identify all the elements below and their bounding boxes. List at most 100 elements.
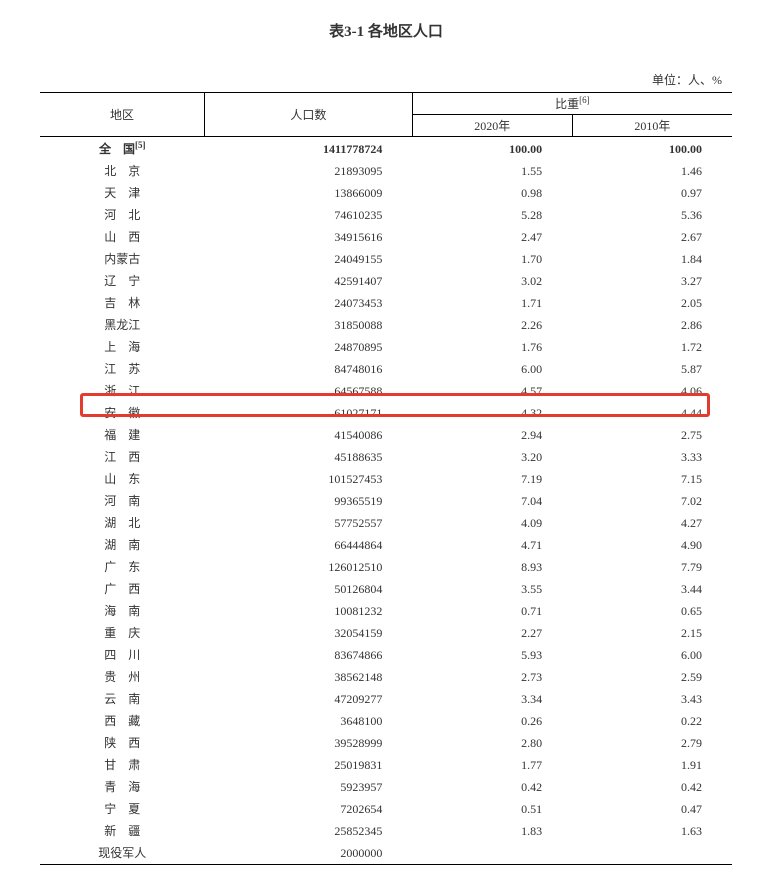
cell-region: 湖 南 [40,534,205,556]
table-row: 陕 西395289992.802.79 [40,732,732,754]
cell-2020: 100.00 [412,137,572,161]
table-row: 上 海248708951.761.72 [40,336,732,358]
cell-2020: 2.27 [412,622,572,644]
cell-2010: 1.63 [572,820,732,842]
table-row: 甘 肃250198311.771.91 [40,754,732,776]
cell-population: 13866009 [205,182,413,204]
cell-2010: 0.47 [572,798,732,820]
cell-2020: 4.71 [412,534,572,556]
cell-2010: 0.97 [572,182,732,204]
table-row: 浙 江645675884.574.06 [40,380,732,402]
cell-2020: 2.26 [412,314,572,336]
cell-2010 [572,842,732,865]
cell-region: 山 东 [40,468,205,490]
table-row: 黑龙江318500882.262.86 [40,314,732,336]
cell-population: 31850088 [205,314,413,336]
cell-2020: 1.77 [412,754,572,776]
table-row: 海 南100812320.710.65 [40,600,732,622]
cell-population: 25852345 [205,820,413,842]
cell-population: 34915616 [205,226,413,248]
cell-region: 河 南 [40,490,205,512]
cell-region: 河 北 [40,204,205,226]
cell-population: 126012510 [205,556,413,578]
cell-population: 41540086 [205,424,413,446]
cell-region: 湖 北 [40,512,205,534]
table-row: 吉 林240734531.712.05 [40,292,732,314]
header-2010: 2010年 [572,115,732,137]
cell-2010: 2.75 [572,424,732,446]
cell-2010: 3.27 [572,270,732,292]
cell-population: 2000000 [205,842,413,865]
cell-2020: 2.47 [412,226,572,248]
unit-label: 单位：人、% [40,71,732,88]
cell-population: 24870895 [205,336,413,358]
table-row: 江 苏847480166.005.87 [40,358,732,380]
cell-2010: 7.15 [572,468,732,490]
cell-region: 四 川 [40,644,205,666]
cell-population: 21893095 [205,160,413,182]
cell-region: 海 南 [40,600,205,622]
table-row: 山 西349156162.472.67 [40,226,732,248]
cell-region: 安 徽 [40,402,205,424]
table-row: 河 北746102355.285.36 [40,204,732,226]
cell-2010: 5.36 [572,204,732,226]
cell-2020: 5.28 [412,204,572,226]
table-row: 河 南993655197.047.02 [40,490,732,512]
cell-2010: 7.02 [572,490,732,512]
cell-2010: 2.86 [572,314,732,336]
table-row: 四 川836748665.936.00 [40,644,732,666]
cell-population: 99365519 [205,490,413,512]
cell-2010: 2.67 [572,226,732,248]
cell-region: 贵 州 [40,666,205,688]
cell-population: 84748016 [205,358,413,380]
cell-2010: 2.15 [572,622,732,644]
cell-2020: 0.26 [412,710,572,732]
cell-2010: 1.91 [572,754,732,776]
cell-2020: 5.93 [412,644,572,666]
cell-region: 天 津 [40,182,205,204]
cell-region: 宁 夏 [40,798,205,820]
table-row: 北 京218930951.551.46 [40,160,732,182]
cell-2020: 8.93 [412,556,572,578]
cell-2010: 2.59 [572,666,732,688]
table-row: 广 东1260125108.937.79 [40,556,732,578]
cell-region: 甘 肃 [40,754,205,776]
cell-region: 陕 西 [40,732,205,754]
cell-2020: 4.57 [412,380,572,402]
cell-population: 45188635 [205,446,413,468]
cell-population: 66444864 [205,534,413,556]
table-row: 湖 南664448644.714.90 [40,534,732,556]
cell-population: 38562148 [205,666,413,688]
cell-region: 吉 林 [40,292,205,314]
cell-region: 上 海 [40,336,205,358]
cell-region: 全 国[5] [40,137,205,161]
cell-population: 7202654 [205,798,413,820]
cell-2010: 100.00 [572,137,732,161]
cell-population: 61027171 [205,402,413,424]
table-title: 表3-1 各地区人口 [40,20,732,41]
cell-population: 39528999 [205,732,413,754]
cell-population: 24073453 [205,292,413,314]
cell-2010: 0.22 [572,710,732,732]
cell-2010: 4.06 [572,380,732,402]
cell-region: 云 南 [40,688,205,710]
cell-2020: 1.83 [412,820,572,842]
cell-2010: 2.79 [572,732,732,754]
table-row: 青 海59239570.420.42 [40,776,732,798]
cell-2020: 2.80 [412,732,572,754]
cell-2020: 6.00 [412,358,572,380]
cell-2020 [412,842,572,865]
cell-population: 5923957 [205,776,413,798]
cell-region: 广 西 [40,578,205,600]
cell-population: 3648100 [205,710,413,732]
cell-region: 内蒙古 [40,248,205,270]
header-ratio: 比重[6] [412,93,732,115]
cell-region: 辽 宁 [40,270,205,292]
cell-2010: 0.42 [572,776,732,798]
table-row: 重 庆320541592.272.15 [40,622,732,644]
cell-2010: 4.90 [572,534,732,556]
cell-region: 福 建 [40,424,205,446]
cell-region: 西 藏 [40,710,205,732]
cell-region: 山 西 [40,226,205,248]
header-2020: 2020年 [412,115,572,137]
